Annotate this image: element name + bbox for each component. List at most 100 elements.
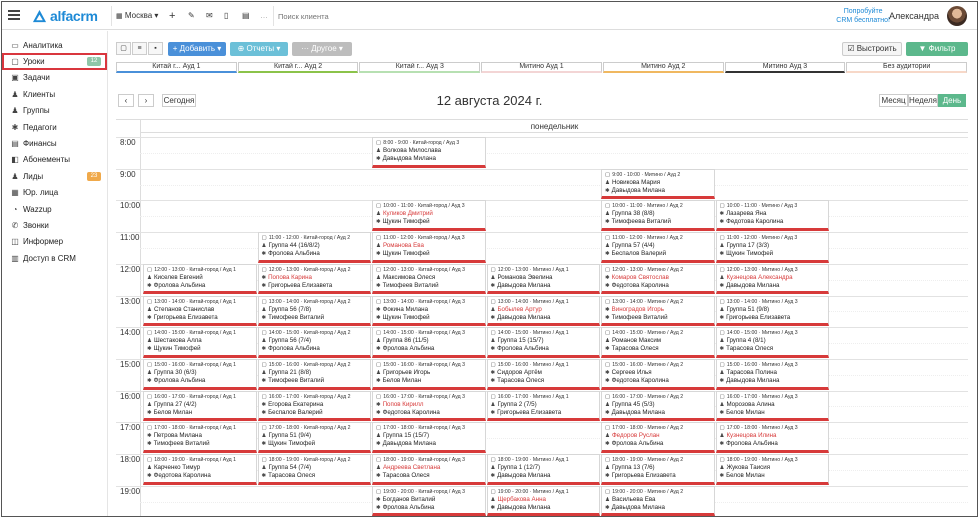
lesson-client[interactable]: Группа 17 (3/3) <box>726 242 769 249</box>
lesson-teacher[interactable]: Давыдова Милана <box>612 409 665 416</box>
room-tab[interactable]: Китай г... Ауд 3 <box>359 62 481 73</box>
lesson-teacher[interactable]: Щукин Тимофей <box>154 345 201 352</box>
lesson-event[interactable]: ▢ 17:00 - 18:00 · Митино / Ауд 3 ♟ Кузнецов… <box>715 422 829 453</box>
lesson-client[interactable]: Сидоров Артём <box>497 369 542 376</box>
lesson-teacher[interactable]: Григорьева Елизавета <box>497 409 561 416</box>
lesson-event[interactable]: ▢ 10:00 - 11:00 · Митино / Ауд 3 ✱ Лазарева… <box>715 200 829 232</box>
client-search-input[interactable] <box>278 10 478 23</box>
lesson-teacher[interactable]: Тимофеев Виталий <box>154 440 210 447</box>
lesson-client[interactable]: Сергеев Илья <box>612 369 652 376</box>
room-tab[interactable]: Митино Ауд 1 <box>481 62 602 73</box>
lesson-teacher[interactable]: Фролова Альбина <box>383 345 435 352</box>
lesson-event[interactable]: ▢ 18:00 - 19:00 · Митино / Ауд 3 ♟ Жукова Т… <box>715 454 829 485</box>
lesson-client[interactable]: Фокина Милана <box>383 306 428 313</box>
lesson-teacher[interactable]: Тимофеев Виталий <box>612 314 668 321</box>
lesson-teacher[interactable]: Фролова Альбина <box>383 504 435 511</box>
lesson-teacher[interactable]: Тимофеева Виталий <box>612 218 671 225</box>
sidebar-item[interactable]: ▦ Юр. лица <box>2 185 107 201</box>
lesson-teacher[interactable]: Давыдова Милана <box>726 377 779 384</box>
lesson-event[interactable]: ▢ 12:00 - 13:00 · Китай-город / Ауд 3 ♟ Мак… <box>372 263 486 295</box>
lesson-event[interactable]: ▢ 11:00 - 12:00 · Митино / Ауд 2 ♟ Группа 5… <box>601 232 715 263</box>
other-button[interactable]: ··· Другое ▾ <box>292 42 352 56</box>
sidebar-item[interactable]: ◔ Wazzup <box>2 201 107 217</box>
lesson-teacher[interactable]: Белов Милан <box>383 377 422 384</box>
print-view-button[interactable]: ▪ <box>148 42 163 55</box>
lesson-teacher[interactable]: Давыдова Милана <box>497 314 550 321</box>
lesson-teacher[interactable]: Федотова Каролина <box>726 218 783 225</box>
lesson-client[interactable]: Романова Эвелина <box>497 274 552 281</box>
sidebar-item[interactable]: ▣ Задачи <box>2 70 107 86</box>
lesson-client[interactable]: Группа 21 (8/8) <box>268 369 311 376</box>
lesson-event[interactable]: ▢ 17:00 - 18:00 · Китай-город / Ауд 2 ♟ Гру… <box>257 422 371 453</box>
lesson-client[interactable]: Группа 54 (7/4) <box>268 464 311 471</box>
lesson-teacher[interactable]: Давыдова Милана <box>383 155 436 162</box>
lesson-client[interactable]: Щербакова Анна <box>497 496 546 503</box>
lesson-event[interactable]: ▢ 16:00 - 17:00 · Китай-город / Ауд 1 ♟ Гру… <box>143 390 257 422</box>
lesson-event[interactable]: ▢ 10:00 - 11:00 · Китай-город / Ауд 3 ♟ Кул… <box>372 200 486 232</box>
more-icon[interactable]: … <box>260 9 268 23</box>
quick-add-button[interactable]: + <box>169 9 175 23</box>
lesson-teacher[interactable]: Федотова Каролина <box>612 377 669 384</box>
lesson-client[interactable]: Группа 4 (8/1) <box>726 337 765 344</box>
lesson-event[interactable]: ▢ 19:00 - 20:00 · Китай-город / Ауд 3 ✱ Бог… <box>372 485 486 516</box>
lesson-teacher[interactable]: Фролова Альбина <box>612 440 664 447</box>
lesson-event[interactable]: ▢ 12:00 - 13:00 · Китай-город / Ауд 2 ✱ Поп… <box>257 263 371 295</box>
lesson-client[interactable]: Группа 86 (11/5) <box>383 337 429 344</box>
lesson-teacher[interactable]: Давыдова Милана <box>497 282 550 289</box>
lesson-event[interactable]: ▢ 13:00 - 14:00 · Митино / Ауд 3 ♟ Группа 5… <box>715 295 829 327</box>
lesson-client[interactable]: Романов Максим <box>612 337 661 344</box>
sidebar-item[interactable]: ◧ Абонементы <box>2 152 107 168</box>
lesson-client[interactable]: Попов Кирилл <box>383 401 424 408</box>
lesson-client[interactable]: Васильева Ева <box>612 496 656 503</box>
lesson-client[interactable]: Волкова Милослава <box>383 147 441 154</box>
lesson-event[interactable]: ▢ 17:00 - 18:00 · Китай-город / Ауд 3 ♟ Гру… <box>372 422 486 453</box>
lesson-event[interactable]: ▢ 16:00 - 17:00 · Китай-город / Ауд 2 ✱ Его… <box>257 390 371 422</box>
lesson-event[interactable]: ▢ 15:00 - 16:00 · Митино / Ауд 2 ✱ Сергеев … <box>601 358 715 390</box>
phone-icon[interactable]: ▯ <box>224 9 228 23</box>
lesson-event[interactable]: ▢ 13:00 - 14:00 · Митино / Ауд 1 ♟ Бобылев … <box>486 295 600 327</box>
calculator-icon[interactable]: ▤ <box>242 9 250 23</box>
lesson-event[interactable]: ▢ 15:00 - 16:00 · Митино / Ауд 3 ♟ Тарасова… <box>715 358 829 390</box>
lesson-teacher[interactable]: Григорьева Елизавета <box>268 282 332 289</box>
lesson-event[interactable]: ▢ 8:00 - 9:00 · Китай-город / Ауд 3 ♟ Волко… <box>372 137 486 168</box>
mail-icon[interactable]: ✉ <box>206 9 213 23</box>
lesson-client[interactable]: Группа 13 (7/6) <box>612 464 655 471</box>
lesson-client[interactable]: Богданов Виталий <box>383 496 436 503</box>
lesson-event[interactable]: ▢ 13:00 - 14:00 · Китай-город / Ауд 3 ✱ Фок… <box>372 295 486 327</box>
lesson-event[interactable]: ▢ 19:00 - 20:00 · Митино / Ауд 2 ♟ Васильев… <box>601 485 715 516</box>
sidebar-item[interactable]: ▤ Финансы <box>2 135 107 151</box>
lesson-event[interactable]: ▢ 16:00 - 17:00 · Митино / Ауд 2 ♟ Группа 4… <box>601 390 715 422</box>
lesson-teacher[interactable]: Щукин Тимофей <box>268 440 315 447</box>
lesson-client[interactable]: Группа 1 (12/7) <box>497 464 540 471</box>
lesson-client[interactable]: Кузнецова Александра <box>726 274 792 281</box>
lesson-client[interactable]: Кузнецова Илина <box>726 432 776 439</box>
lesson-teacher[interactable]: Беспалов Валерий <box>268 409 323 416</box>
lesson-client[interactable]: Андреева Светлана <box>383 464 440 471</box>
lesson-client[interactable]: Группа 27 (4/2) <box>154 401 197 408</box>
sidebar-item[interactable]: ◫ Информер <box>2 234 107 250</box>
lesson-teacher[interactable]: Григорьева Елизавета <box>612 472 676 479</box>
lesson-event[interactable]: ▢ 15:00 - 16:00 · Китай-город / Ауд 1 ♟ Гру… <box>143 358 257 390</box>
lesson-client[interactable]: Романова Ева <box>383 242 424 249</box>
lesson-event[interactable]: ▢ 14:00 - 15:00 · Митино / Ауд 2 ♟ Романов … <box>601 327 715 358</box>
lesson-client[interactable]: Группа 44 (16/8/2) <box>268 242 319 249</box>
lesson-teacher[interactable]: Давыдова Милана <box>726 282 779 289</box>
lesson-event[interactable]: ▢ 14:00 - 15:00 · Митино / Ауд 3 ♟ Группа 4… <box>715 327 829 358</box>
lesson-client[interactable]: Федоров Руслан <box>612 432 660 439</box>
room-tab[interactable]: Митино Ауд 3 <box>724 62 846 73</box>
lesson-teacher[interactable]: Тимофеев Виталий <box>268 377 324 384</box>
lesson-client[interactable]: Максимова Олеся <box>383 274 435 281</box>
lesson-teacher[interactable]: Белов Милан <box>154 409 193 416</box>
sidebar-item[interactable]: ▢ Уроки 12 <box>2 53 107 70</box>
lesson-event[interactable]: ▢ 12:00 - 13:00 · Митино / Ауд 3 ♟ Кузнецов… <box>715 263 829 295</box>
lesson-client[interactable]: Виноградов Игорь <box>612 306 664 313</box>
lesson-event[interactable]: ▢ 14:00 - 15:00 · Митино / Ауд 1 ♟ Группа 1… <box>486 327 600 358</box>
lesson-teacher[interactable]: Щукин Тимофей <box>383 218 430 225</box>
lesson-event[interactable]: ▢ 11:00 - 12:00 · Китай-город / Ауд 3 ♟ Ром… <box>372 232 486 263</box>
lesson-event[interactable]: ▢ 18:00 - 19:00 · Китай-город / Ауд 2 ♟ Гру… <box>257 454 371 485</box>
arrange-button[interactable]: ☑ Выстроить <box>842 42 902 56</box>
lesson-event[interactable]: ▢ 18:00 - 19:00 · Китай-город / Ауд 1 ♟ Кар… <box>143 454 257 485</box>
lesson-teacher[interactable]: Тимофеев Виталий <box>268 314 324 321</box>
lesson-teacher[interactable]: Давыдова Милана <box>383 440 436 447</box>
lesson-teacher[interactable]: Давыдова Милана <box>497 472 550 479</box>
